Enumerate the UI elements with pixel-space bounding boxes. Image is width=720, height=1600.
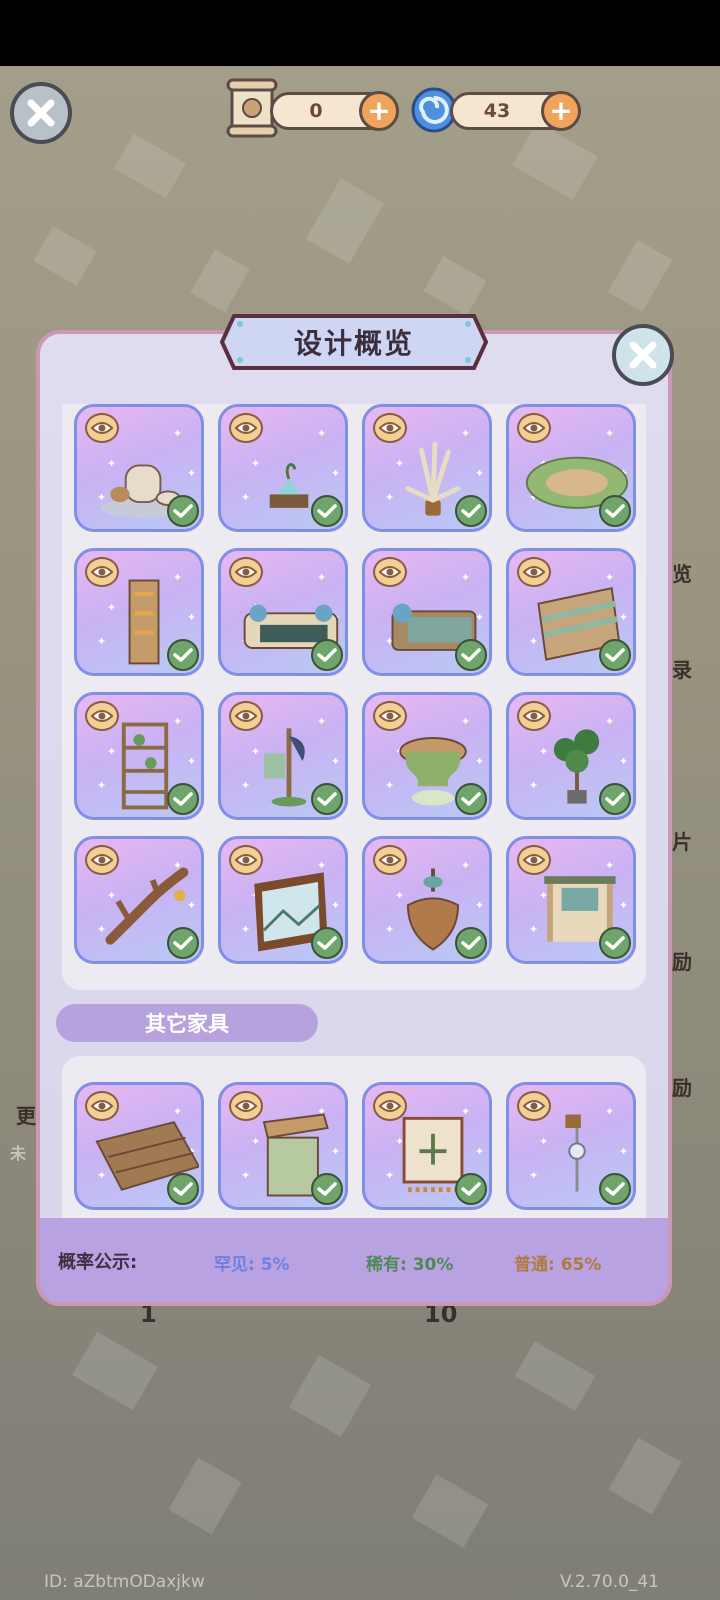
owned-check-icon — [599, 927, 631, 959]
owned-check-icon — [167, 927, 199, 959]
item-card-landscape-painting[interactable]: ✦✦✦✦✦ — [218, 836, 348, 964]
item-card-antler-bells[interactable]: ✦✦✦✦✦ — [74, 836, 204, 964]
owned-check-icon — [311, 927, 343, 959]
side-label-overview: 览 — [672, 562, 692, 586]
item-card-potted-succulent[interactable]: ✦✦✦✦✦ — [218, 404, 348, 532]
preview-eye-icon[interactable] — [229, 701, 263, 731]
probability-rare: 罕见: 5% — [214, 1255, 290, 1275]
side-label-record: 录 — [672, 658, 692, 682]
side-label-reward-1: 励 — [672, 950, 692, 974]
preview-eye-icon[interactable] — [517, 413, 551, 443]
preview-eye-icon[interactable] — [229, 413, 263, 443]
owned-check-icon — [167, 495, 199, 527]
probability-bar: 概率公示: 罕见: 5% 稀有: 30% 普通: 65% — [36, 1218, 672, 1306]
owned-check-icon — [455, 927, 487, 959]
preview-eye-icon[interactable] — [229, 557, 263, 587]
version-label: V.2.70.0_41 — [560, 1572, 660, 1592]
owned-check-icon — [311, 1173, 343, 1205]
preview-eye-icon[interactable] — [517, 845, 551, 875]
preview-eye-icon[interactable] — [85, 845, 119, 875]
owned-check-icon — [599, 1173, 631, 1205]
item-card-tapestry[interactable]: ✦✦✦✦✦ — [362, 1082, 492, 1210]
swirl-currency: 43 + — [450, 91, 581, 131]
item-card-bed[interactable]: ✦✦✦✦✦ — [362, 548, 492, 676]
add-swirl-button[interactable]: + — [541, 91, 581, 131]
preview-eye-icon[interactable] — [373, 845, 407, 875]
preview-eye-icon[interactable] — [373, 1091, 407, 1121]
scroll-currency: 0 + — [270, 91, 399, 131]
preview-eye-icon[interactable] — [85, 557, 119, 587]
item-card-window-curtain[interactable]: ✦✦✦✦✦ — [506, 836, 636, 964]
preview-eye-icon[interactable] — [373, 557, 407, 587]
probability-common: 普通: 65% — [514, 1255, 602, 1275]
preview-eye-icon[interactable] — [373, 413, 407, 443]
close-button[interactable] — [10, 82, 72, 144]
close-icon — [629, 341, 657, 369]
item-card-potted-tree[interactable]: ✦✦✦✦✦ — [506, 692, 636, 820]
item-card-coat-rack[interactable]: ✦✦✦✦✦ — [218, 692, 348, 820]
side-label-update: 更 — [16, 1104, 36, 1128]
item-card-tea-set[interactable]: ✦✦✦✦✦ — [74, 404, 204, 532]
owned-check-icon — [455, 1173, 487, 1205]
owned-check-icon — [455, 495, 487, 527]
probability-label: 概率公示: — [58, 1252, 138, 1273]
preview-eye-icon[interactable] — [517, 557, 551, 587]
side-label-card: 片 — [672, 830, 692, 854]
item-card-dresser[interactable]: ✦✦✦✦✦ — [506, 548, 636, 676]
preview-eye-icon[interactable] — [85, 701, 119, 731]
side-label-unclaimed: 未 — [10, 1144, 27, 1163]
preview-eye-icon[interactable] — [229, 845, 263, 875]
owned-check-icon — [167, 783, 199, 815]
status-bar — [0, 0, 720, 66]
item-card-flower-trellis[interactable]: ✦✦✦✦✦ — [74, 548, 204, 676]
item-card-pampas-vase[interactable]: ✦✦✦✦✦ — [362, 404, 492, 532]
section-other-furniture: 其它家具 — [56, 1004, 318, 1042]
preview-eye-icon[interactable] — [517, 701, 551, 731]
item-card-pinecone-lamp[interactable]: ✦✦✦✦✦ — [362, 836, 492, 964]
item-card-moss-stool[interactable]: ✦✦✦✦✦ — [362, 692, 492, 820]
item-card-wind-chime[interactable]: ✦✦✦✦✦ — [506, 1082, 636, 1210]
owned-check-icon — [311, 639, 343, 671]
owned-check-icon — [311, 783, 343, 815]
preview-eye-icon[interactable] — [373, 701, 407, 731]
add-scroll-button[interactable]: + — [359, 91, 399, 131]
item-card-sofa[interactable]: ✦✦✦✦✦ — [218, 548, 348, 676]
owned-check-icon — [455, 783, 487, 815]
owned-check-icon — [599, 783, 631, 815]
side-label-reward-2: 励 — [672, 1076, 692, 1100]
item-card-moss-rug[interactable]: ✦✦✦✦✦ — [506, 404, 636, 532]
modal-title: 设计概览 — [293, 327, 414, 360]
owned-check-icon — [599, 495, 631, 527]
item-card-side-table[interactable]: ✦✦✦✦✦ — [218, 1082, 348, 1210]
probability-uncommon: 稀有: 30% — [366, 1255, 454, 1275]
owned-check-icon — [599, 639, 631, 671]
owned-check-icon — [167, 1173, 199, 1205]
swirl-amount: 43 — [483, 100, 511, 122]
preview-eye-icon[interactable] — [85, 413, 119, 443]
preview-eye-icon[interactable] — [85, 1091, 119, 1121]
preview-eye-icon[interactable] — [229, 1091, 263, 1121]
item-card-bookshelf[interactable]: ✦✦✦✦✦ — [74, 692, 204, 820]
title-wrap: 设计概览 — [220, 312, 488, 372]
owned-check-icon — [455, 639, 487, 671]
preview-eye-icon[interactable] — [517, 1091, 551, 1121]
close-icon — [27, 99, 55, 127]
owned-check-icon — [311, 495, 343, 527]
modal-close-button[interactable] — [612, 324, 674, 386]
owned-check-icon — [167, 639, 199, 671]
scroll-amount: 0 — [309, 100, 323, 122]
player-id: ID: aZbtmODaxjkw — [44, 1572, 205, 1592]
item-card-wood-floor[interactable]: ✦✦✦✦✦ — [74, 1082, 204, 1210]
